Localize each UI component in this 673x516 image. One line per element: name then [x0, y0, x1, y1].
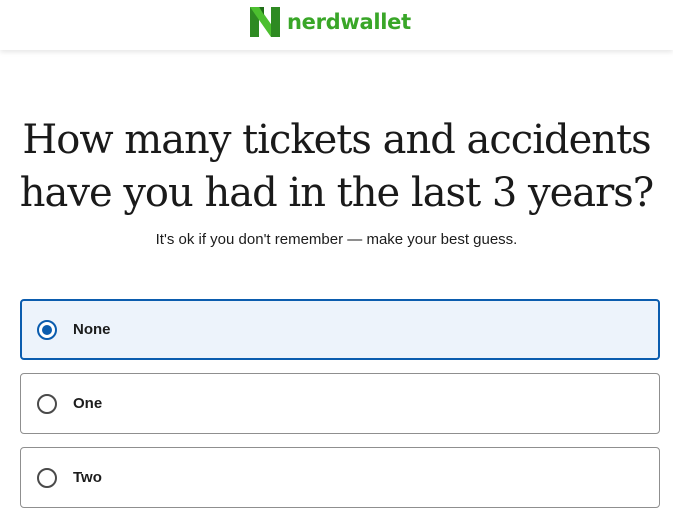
question-title-line-1: How many tickets and accidents	[22, 117, 651, 163]
answer-options: None One Two	[20, 299, 660, 516]
site-header: nerdwallet	[0, 0, 673, 50]
option-one[interactable]: One	[20, 373, 660, 434]
question-subtitle: It's ok if you don't remember — make you…	[155, 231, 518, 248]
option-two[interactable]: Two	[20, 447, 660, 508]
option-label: Two	[73, 469, 102, 486]
radio-unselected-icon[interactable]	[37, 393, 57, 414]
option-none[interactable]: None	[20, 299, 660, 360]
question-title: How many tickets and accidents have you …	[0, 114, 673, 220]
nerdwallet-n-logo-icon	[250, 7, 280, 37]
option-label: None	[73, 321, 111, 338]
radio-unselected-icon[interactable]	[37, 467, 57, 488]
brand-wordmark: nerdwallet	[287, 10, 411, 34]
nerdwallet-logo[interactable]: nerdwallet	[250, 6, 411, 38]
question-title-line-2: have you had in the last 3 years?	[19, 170, 655, 216]
radio-selected-icon[interactable]	[37, 319, 57, 340]
option-label: One	[73, 395, 103, 412]
